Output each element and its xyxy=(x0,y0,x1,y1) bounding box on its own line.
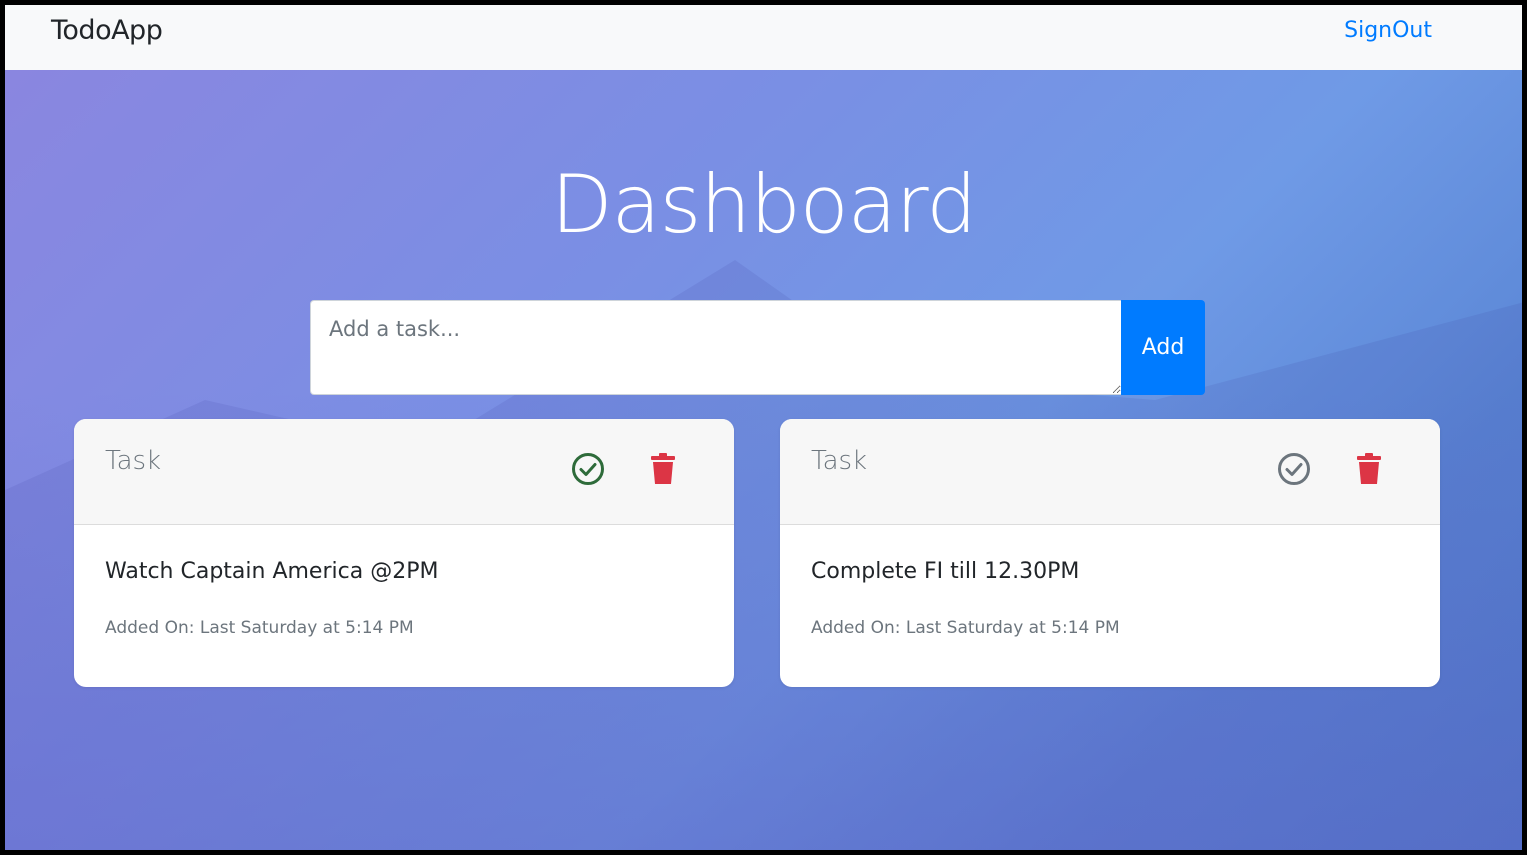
signout-link[interactable]: SignOut xyxy=(1344,18,1432,43)
task-text: Complete FI till 12.30PM xyxy=(811,559,1080,584)
task-card: Task Watch Captain America @2PM Added On… xyxy=(74,419,734,687)
add-task-button[interactable]: Add xyxy=(1121,300,1205,395)
add-task-form: Add xyxy=(310,300,1205,395)
task-card: Task Complete FI till 12.30PM Added On: … xyxy=(780,419,1440,687)
task-card-body: Watch Captain America @2PM Added On: Las… xyxy=(74,525,734,638)
trash-icon[interactable] xyxy=(1351,451,1387,487)
navbar: TodoApp SignOut xyxy=(5,5,1522,70)
task-input[interactable] xyxy=(310,300,1121,395)
task-card-header: Task xyxy=(780,419,1440,525)
task-card-title: Task xyxy=(811,446,868,476)
dashboard-hero: Dashboard Add Task xyxy=(5,70,1522,850)
task-card-header: Task xyxy=(74,419,734,525)
page-title: Dashboard xyxy=(550,158,977,251)
app-window: TodoApp SignOut Dashboard Add Task xyxy=(0,0,1527,855)
trash-icon[interactable] xyxy=(645,451,681,487)
check-circle-icon[interactable] xyxy=(570,451,606,487)
check-circle-icon[interactable] xyxy=(1276,451,1312,487)
task-text: Watch Captain America @2PM xyxy=(105,559,439,584)
task-card-body: Complete FI till 12.30PM Added On: Last … xyxy=(780,525,1440,638)
task-added-on: Added On: Last Saturday at 5:14 PM xyxy=(811,618,1120,638)
brand-logo-text[interactable]: TodoApp xyxy=(51,15,163,46)
task-added-on: Added On: Last Saturday at 5:14 PM xyxy=(105,618,414,638)
task-card-title: Task xyxy=(105,446,162,476)
